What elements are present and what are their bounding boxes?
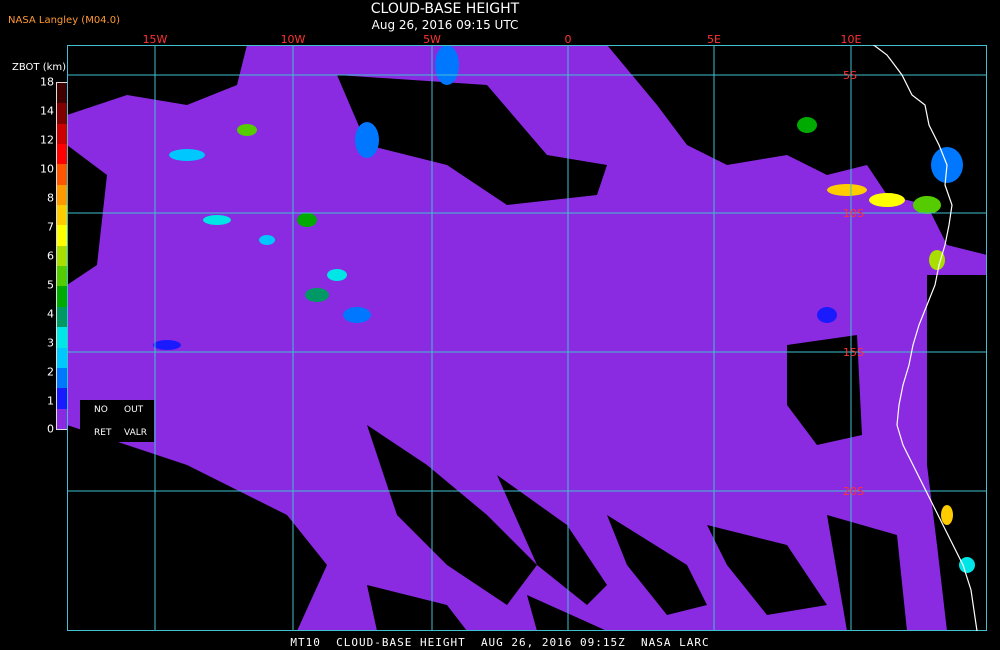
title-block: CLOUD-BASE HEIGHT Aug 26, 2016 09:15 UTC bbox=[330, 0, 560, 32]
credit-label: NASA Langley (M04.0) bbox=[8, 15, 120, 26]
cloud-spot bbox=[355, 122, 379, 158]
cloud-spot bbox=[237, 124, 257, 136]
cloud-spot bbox=[435, 45, 459, 85]
latitude-label: 5S bbox=[843, 69, 857, 82]
cloud-spot bbox=[941, 505, 953, 525]
colorbar-tick-label: 0 bbox=[47, 422, 54, 436]
cloud-spot bbox=[327, 269, 347, 281]
cloud-spot bbox=[343, 307, 371, 323]
colorbar-tick-label: 3 bbox=[47, 336, 54, 350]
cloud-spot bbox=[913, 196, 941, 214]
colorbar-tick-label: 1 bbox=[47, 394, 54, 408]
cloud-spot bbox=[169, 149, 205, 161]
legend-box: NO OUT RET VALR bbox=[80, 400, 154, 442]
colorbar-tick-label: 4 bbox=[47, 307, 54, 321]
page-title: CLOUD-BASE HEIGHT bbox=[370, 1, 520, 17]
latitude-label: 15S bbox=[843, 346, 864, 359]
colorbar-tick-label: 2 bbox=[47, 365, 54, 379]
latitude-label: 10S bbox=[843, 207, 864, 220]
cloud-spot bbox=[959, 557, 975, 573]
cloud-spot bbox=[827, 184, 867, 196]
colorbar-tick-label: 5 bbox=[47, 278, 54, 292]
colorbar-tick-label: 10 bbox=[40, 162, 54, 176]
page-subtitle: Aug 26, 2016 09:15 UTC bbox=[371, 18, 519, 32]
legend-ret: RET bbox=[94, 428, 112, 438]
colorbar-unit-label: ZBOT (km) bbox=[12, 62, 67, 73]
footer-caption: MT10 CLOUD-BASE HEIGHT AUG 26, 2016 09:1… bbox=[290, 636, 710, 649]
cloud-base-map: 5S 10S 15S 20S bbox=[67, 45, 987, 631]
latitude-label: 20S bbox=[843, 485, 864, 498]
cloud-spot bbox=[305, 288, 329, 302]
colorbar-tick-label: 18 bbox=[40, 75, 54, 89]
legend-no: NO bbox=[94, 405, 108, 415]
colorbar-tick-label: 6 bbox=[47, 249, 54, 263]
legend-valr: VALR bbox=[124, 428, 148, 438]
cloud-spot bbox=[203, 215, 231, 225]
cloud-spot bbox=[797, 117, 817, 133]
cloud-spot bbox=[297, 213, 317, 227]
colorbar-tick-label: 14 bbox=[40, 104, 54, 118]
cloud-spot bbox=[153, 340, 181, 350]
colorbar-tick-label: 12 bbox=[40, 133, 54, 147]
cloud-spot bbox=[817, 307, 837, 323]
colorbar-tick-label: 8 bbox=[47, 191, 54, 205]
cloud-spot bbox=[869, 193, 905, 207]
cloud-spot bbox=[259, 235, 275, 245]
legend-out: OUT bbox=[124, 405, 144, 415]
colorbar-tick-label: 7 bbox=[47, 220, 54, 234]
